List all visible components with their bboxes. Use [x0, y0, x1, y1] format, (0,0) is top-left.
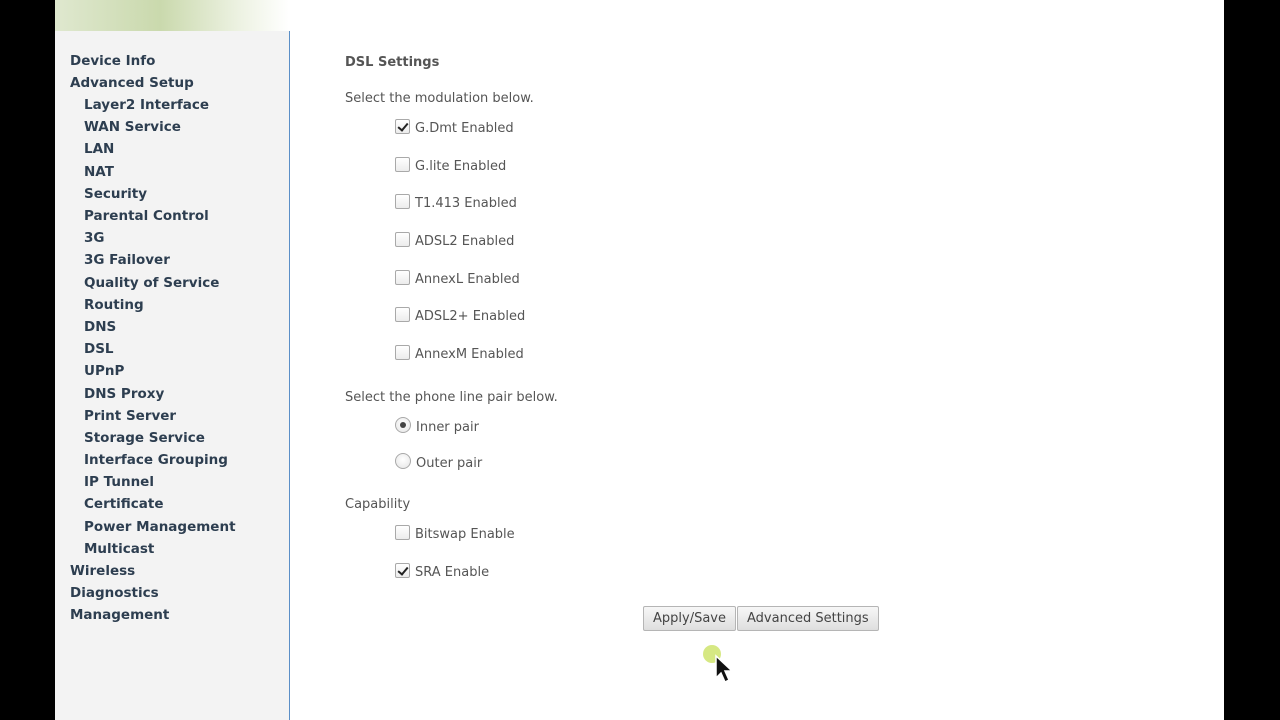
sidebar-item-diagnostics[interactable]: Diagnostics	[70, 585, 159, 601]
glite-checkbox[interactable]	[395, 156, 410, 172]
sidebar-item-dns[interactable]: DNS	[84, 319, 116, 335]
gdmt-checkbox[interactable]	[395, 118, 410, 134]
glite-label: G.lite Enabled	[415, 158, 507, 174]
adsl2plus-label: ADSL2+ Enabled	[415, 308, 526, 324]
sra-label: SRA Enable	[415, 564, 490, 580]
phone-line-prompt: Select the phone line pair below.	[345, 390, 558, 405]
sidebar-item-3g[interactable]: 3G	[84, 230, 104, 246]
modulation-prompt: Select the modulation below.	[345, 91, 534, 106]
router-admin-page: Device Info Advanced Setup Layer2 Interf…	[55, 0, 1224, 720]
sidebar-item-nat[interactable]: NAT	[84, 164, 114, 180]
sidebar-item-lan[interactable]: LAN	[84, 141, 114, 157]
annexm-label: AnnexM Enabled	[415, 346, 524, 362]
adsl2plus-checkbox[interactable]	[395, 306, 410, 322]
outer-pair-label: Outer pair	[416, 455, 483, 471]
modulation-option-adsl2plus[interactable]: ADSL2+ Enabled	[395, 304, 525, 324]
sidebar-item-interface-grouping[interactable]: Interface Grouping	[84, 452, 228, 468]
sidebar-item-dsl[interactable]: DSL	[84, 341, 114, 357]
sidebar-item-security[interactable]: Security	[84, 186, 147, 202]
sidebar-item-certificate[interactable]: Certificate	[84, 496, 164, 512]
sidebar-item-dns-proxy[interactable]: DNS Proxy	[84, 386, 164, 402]
sidebar-item-parental-control[interactable]: Parental Control	[84, 208, 209, 224]
adsl2-checkbox[interactable]	[395, 231, 410, 247]
sidebar-item-3g-failover[interactable]: 3G Failover	[84, 252, 170, 268]
annexl-label: AnnexL Enabled	[415, 271, 520, 287]
advanced-settings-button[interactable]: Advanced Settings	[737, 606, 879, 631]
sidebar-item-wireless[interactable]: Wireless	[70, 563, 135, 579]
modulation-option-t1413[interactable]: T1.413 Enabled	[395, 191, 517, 211]
header-banner	[55, 0, 289, 31]
modulation-option-glite[interactable]: G.lite Enabled	[395, 154, 506, 174]
sidebar-item-multicast[interactable]: Multicast	[84, 541, 154, 557]
sidebar-item-routing[interactable]: Routing	[84, 297, 144, 313]
page-title: DSL Settings	[345, 55, 440, 70]
bitswap-label: Bitswap Enable	[415, 526, 515, 542]
modulation-option-gdmt[interactable]: G.Dmt Enabled	[395, 116, 514, 136]
sidebar-nav: Device Info Advanced Setup Layer2 Interf…	[55, 31, 290, 720]
main-content: DSL Settings Select the modulation below…	[290, 0, 1224, 720]
capability-prompt: Capability	[345, 497, 411, 512]
outer-pair-radio[interactable]	[395, 453, 411, 469]
modulation-option-adsl2[interactable]: ADSL2 Enabled	[395, 229, 514, 249]
sidebar-item-quality-of-service[interactable]: Quality of Service	[84, 275, 219, 291]
sidebar-item-power-management[interactable]: Power Management	[84, 519, 236, 535]
sidebar-item-print-server[interactable]: Print Server	[84, 408, 176, 424]
sidebar-item-management[interactable]: Management	[70, 607, 169, 623]
sidebar-item-device-info[interactable]: Device Info	[70, 53, 155, 69]
capability-option-sra[interactable]: SRA Enable	[395, 560, 489, 580]
annexm-checkbox[interactable]	[395, 344, 410, 360]
bitswap-checkbox[interactable]	[395, 524, 410, 540]
sidebar-item-storage-service[interactable]: Storage Service	[84, 430, 205, 446]
sra-checkbox[interactable]	[395, 562, 410, 578]
phone-line-option-outer[interactable]: Outer pair	[395, 451, 482, 471]
annexl-checkbox[interactable]	[395, 269, 410, 285]
inner-pair-label: Inner pair	[416, 419, 479, 435]
t1413-checkbox[interactable]	[395, 193, 410, 209]
mouse-pointer-icon	[703, 645, 734, 684]
phone-line-option-inner[interactable]: Inner pair	[395, 415, 479, 435]
modulation-option-annexl[interactable]: AnnexL Enabled	[395, 267, 520, 287]
sidebar-item-wan-service[interactable]: WAN Service	[84, 119, 181, 135]
modulation-option-annexm[interactable]: AnnexM Enabled	[395, 342, 524, 362]
gdmt-label: G.Dmt Enabled	[415, 120, 514, 136]
sidebar-item-advanced-setup[interactable]: Advanced Setup	[70, 75, 194, 91]
capability-option-bitswap[interactable]: Bitswap Enable	[395, 522, 515, 542]
sidebar-item-ip-tunnel[interactable]: IP Tunnel	[84, 474, 154, 490]
inner-pair-radio[interactable]	[395, 417, 411, 433]
sidebar-item-layer2-interface[interactable]: Layer2 Interface	[84, 97, 209, 113]
apply-save-button[interactable]: Apply/Save	[643, 606, 736, 631]
t1413-label: T1.413 Enabled	[415, 195, 517, 211]
adsl2-label: ADSL2 Enabled	[415, 233, 515, 249]
sidebar-item-upnp[interactable]: UPnP	[84, 363, 124, 379]
